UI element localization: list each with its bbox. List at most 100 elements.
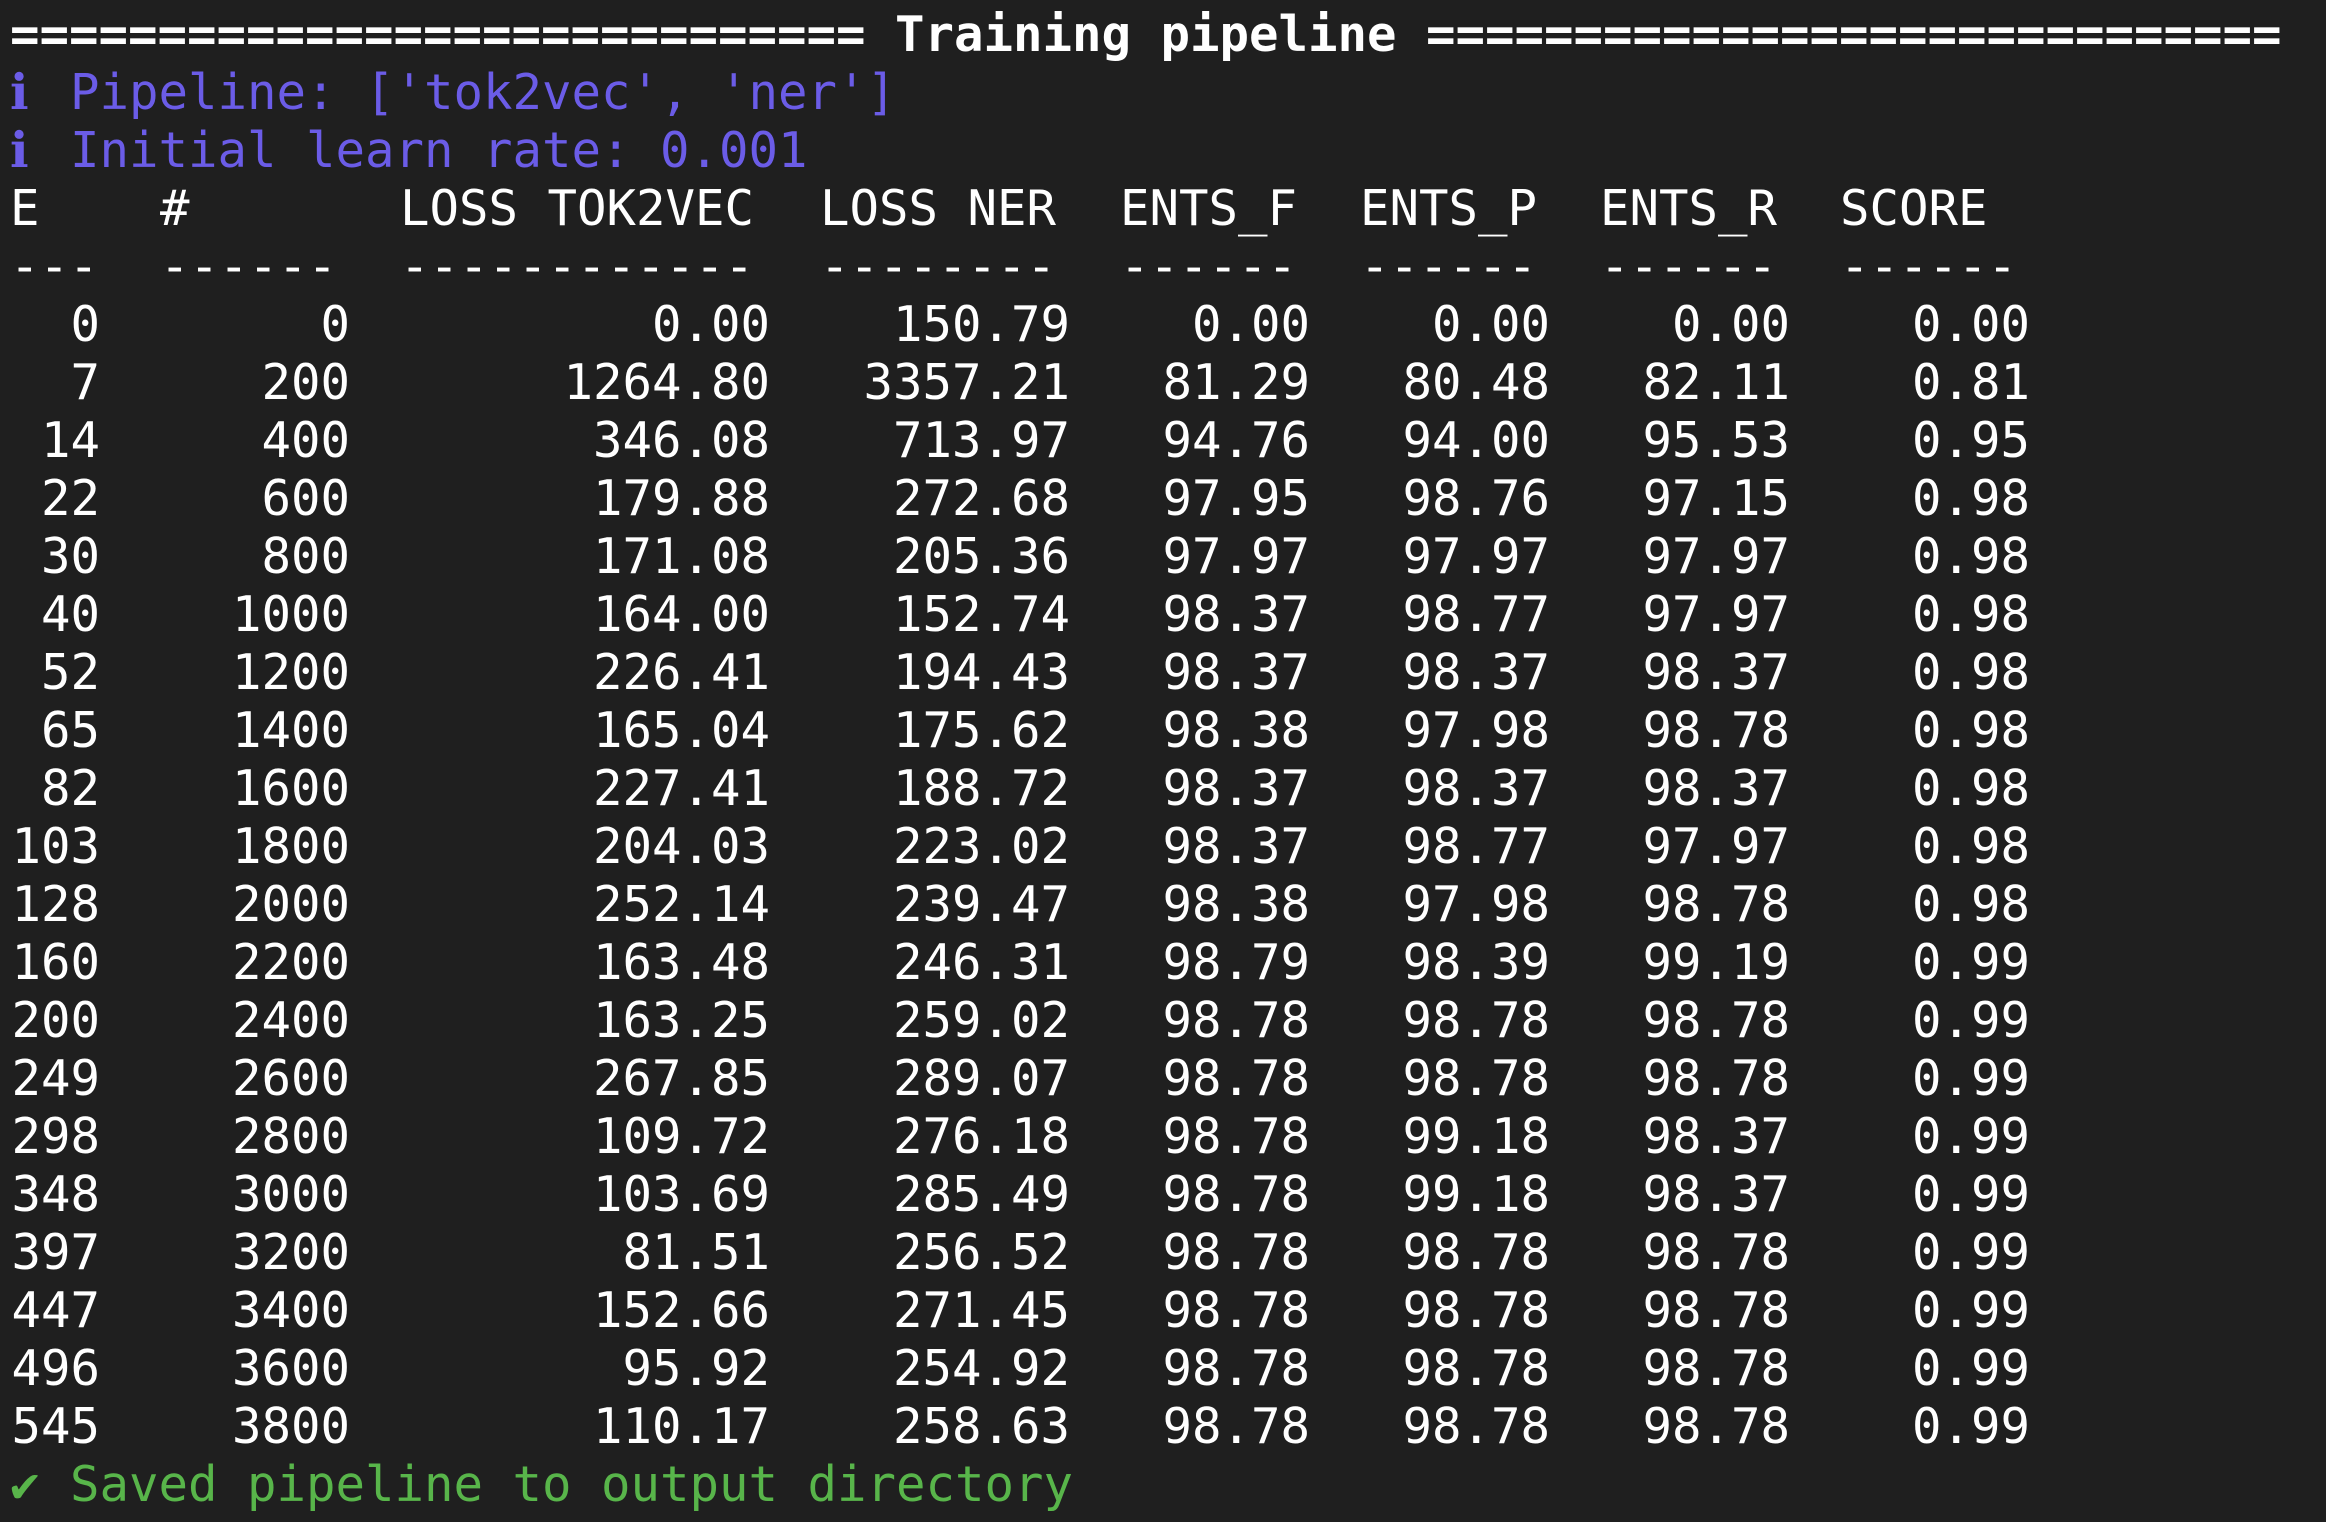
cell-epoch: 0 <box>70 296 100 353</box>
cell-epoch: 200 <box>11 992 100 1049</box>
separator-cell: ------ <box>1360 238 1538 295</box>
cell-loss-tok2vec: 81.51 <box>622 1224 770 1281</box>
cell-score: 0.99 <box>1911 1108 2030 1165</box>
cell-loss-tok2vec: 165.04 <box>592 702 770 759</box>
info-line-pipeline: ℹ Pipeline: ['tok2vec', 'ner'] <box>10 64 2326 122</box>
cell-step: 3400 <box>231 1282 350 1339</box>
table-row: 22 600 179.88 272.68 97.95 98.76 97.15 0.98 <box>10 470 2326 528</box>
separator-cell: ------------ <box>400 238 755 295</box>
cell-score: 0.98 <box>1911 586 2030 643</box>
cell-step: 2000 <box>231 876 350 933</box>
cell-epoch: 447 <box>11 1282 100 1339</box>
terminal-window[interactable]: ============================= Training p… <box>0 0 2326 1522</box>
cell-ents-f: 98.37 <box>1162 644 1310 701</box>
table-row: 0 0 0.00 150.79 0.00 0.00 0.00 0.00 <box>10 296 2326 354</box>
header-score: SCORE <box>1840 180 1988 237</box>
cell-loss-tok2vec: 95.92 <box>622 1340 770 1397</box>
cell-loss-ner: 3357.21 <box>863 354 1070 411</box>
cell-step: 3000 <box>231 1166 350 1223</box>
cell-ents-r: 97.97 <box>1642 528 1790 585</box>
cell-score: 0.98 <box>1911 644 2030 701</box>
cell-ents-f: 98.38 <box>1162 876 1310 933</box>
header-loss-ner: LOSS NER <box>820 180 1057 237</box>
cell-epoch: 545 <box>11 1398 100 1455</box>
table-row: 14 400 346.08 713.97 94.76 94.00 95.53 0.95 <box>10 412 2326 470</box>
cell-epoch: 348 <box>11 1166 100 1223</box>
cell-step: 3200 <box>231 1224 350 1281</box>
table-row: 82 1600 227.41 188.72 98.37 98.37 98.37 0.98 <box>10 760 2326 818</box>
cell-ents-p: 0.00 <box>1431 296 1550 353</box>
training-banner: ============================= Training p… <box>10 6 2282 63</box>
cell-loss-ner: 246.31 <box>892 934 1070 991</box>
cell-epoch: 128 <box>11 876 100 933</box>
cell-epoch: 14 <box>40 412 100 469</box>
cell-loss-ner: 272.68 <box>892 470 1070 527</box>
cell-score: 0.99 <box>1911 992 2030 1049</box>
table-row: 348 3000 103.69 285.49 98.78 99.18 98.37 0.99 <box>10 1166 2326 1224</box>
table-row: 52 1200 226.41 194.43 98.37 98.37 98.37 0.98 <box>10 644 2326 702</box>
cell-ents-r: 98.78 <box>1642 1340 1790 1397</box>
cell-loss-tok2vec: 252.14 <box>592 876 770 933</box>
cell-step: 800 <box>261 528 350 585</box>
cell-ents-f: 98.78 <box>1162 1282 1310 1339</box>
info-text-learn-rate: Initial learn rate: 0.001 <box>70 122 808 179</box>
cell-ents-r: 98.78 <box>1642 1398 1790 1455</box>
info-icon: ℹ <box>10 122 29 179</box>
cell-ents-f: 98.78 <box>1162 1108 1310 1165</box>
cell-score: 0.99 <box>1911 934 2030 991</box>
cell-loss-ner: 256.52 <box>892 1224 1070 1281</box>
cell-ents-f: 98.78 <box>1162 1050 1310 1107</box>
header-ents-f: ENTS_F <box>1120 180 1298 237</box>
cell-loss-tok2vec: 163.25 <box>592 992 770 1049</box>
cell-ents-p: 98.78 <box>1402 1282 1550 1339</box>
cell-epoch: 82 <box>40 760 100 817</box>
cell-ents-f: 94.76 <box>1162 412 1310 469</box>
cell-score: 0.81 <box>1911 354 2030 411</box>
success-text: Saved pipeline to output directory <box>70 1456 1074 1513</box>
separator-cell: -------- <box>820 238 1057 295</box>
info-line-learn-rate: ℹ Initial learn rate: 0.001 <box>10 122 2326 180</box>
cell-step: 400 <box>261 412 350 469</box>
cell-ents-p: 98.78 <box>1402 1224 1550 1281</box>
cell-epoch: 249 <box>11 1050 100 1107</box>
cell-score: 0.99 <box>1911 1224 2030 1281</box>
cell-ents-r: 97.97 <box>1642 818 1790 875</box>
cell-loss-tok2vec: 346.08 <box>592 412 770 469</box>
cell-ents-p: 97.98 <box>1402 876 1550 933</box>
cell-epoch: 103 <box>11 818 100 875</box>
cell-ents-r: 0.00 <box>1671 296 1790 353</box>
cell-step: 1800 <box>231 818 350 875</box>
success-line: ✔ Saved pipeline to output directory <box>10 1456 2326 1514</box>
cell-loss-ner: 194.43 <box>892 644 1070 701</box>
table-row: 447 3400 152.66 271.45 98.78 98.78 98.78 0.99 <box>10 1282 2326 1340</box>
cell-score: 0.99 <box>1911 1398 2030 1455</box>
separator-cell: --- <box>10 238 99 295</box>
cell-score: 0.98 <box>1911 528 2030 585</box>
cell-ents-p: 99.18 <box>1402 1108 1550 1165</box>
header-step: # <box>160 180 190 237</box>
cell-loss-ner: 223.02 <box>892 818 1070 875</box>
cell-ents-r: 98.78 <box>1642 702 1790 759</box>
cell-step: 2600 <box>231 1050 350 1107</box>
cell-step: 1000 <box>231 586 350 643</box>
cell-loss-ner: 205.36 <box>892 528 1070 585</box>
cell-score: 0.98 <box>1911 470 2030 527</box>
cell-ents-f: 98.78 <box>1162 1224 1310 1281</box>
cell-ents-p: 99.18 <box>1402 1166 1550 1223</box>
cell-ents-f: 81.29 <box>1162 354 1310 411</box>
cell-ents-f: 98.78 <box>1162 1340 1310 1397</box>
header-loss-tok2vec: LOSS TOK2VEC <box>400 180 755 237</box>
header-ents-p: ENTS_P <box>1360 180 1538 237</box>
cell-epoch: 65 <box>40 702 100 759</box>
cell-epoch: 7 <box>70 354 100 411</box>
table-row: 200 2400 163.25 259.02 98.78 98.78 98.78 0.99 <box>10 992 2326 1050</box>
cell-ents-r: 98.78 <box>1642 1224 1790 1281</box>
cell-step: 2800 <box>231 1108 350 1165</box>
cell-ents-r: 98.37 <box>1642 1166 1790 1223</box>
table-row: 103 1800 204.03 223.02 98.37 98.77 97.97 0.98 <box>10 818 2326 876</box>
cell-loss-tok2vec: 103.69 <box>592 1166 770 1223</box>
cell-step: 1400 <box>231 702 350 759</box>
cell-ents-p: 97.98 <box>1402 702 1550 759</box>
table-header: E # LOSS TOK2VEC LOSS NER ENTS_F ENTS_P … <box>10 180 2326 238</box>
cell-epoch: 496 <box>11 1340 100 1397</box>
